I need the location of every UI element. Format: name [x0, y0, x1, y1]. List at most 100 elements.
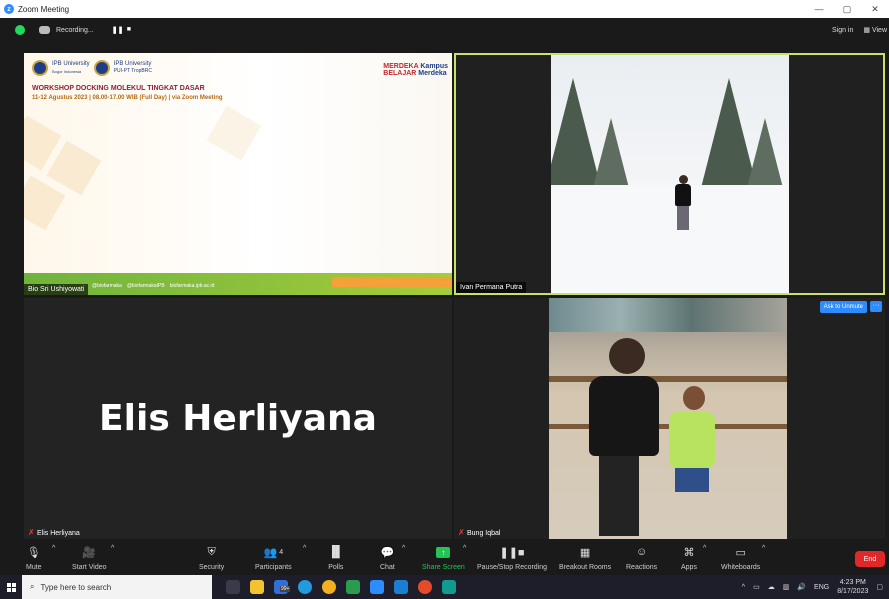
search-icon: ⌕	[30, 582, 35, 591]
share-screen-button[interactable]: ↑ Share Screen	[422, 545, 465, 571]
chat-chevron-icon[interactable]: ^	[402, 545, 405, 552]
reactions-label: Reactions	[626, 564, 658, 571]
encryption-shield-icon[interactable]	[15, 25, 25, 35]
end-meeting-button[interactable]: End	[855, 551, 885, 567]
file-explorer-icon[interactable]	[250, 580, 264, 594]
tree-decor	[747, 118, 783, 188]
slide-subtitle: 11-12 Agustus 2023 | 08.00-17.00 WIB (Fu…	[32, 95, 223, 101]
excel-icon[interactable]	[346, 580, 360, 594]
battery-icon[interactable]: ▭	[753, 583, 760, 591]
pause-recording-icon[interactable]: ❚❚	[112, 26, 124, 34]
more-options-button[interactable]: ···	[870, 301, 882, 312]
person-figure	[674, 175, 692, 230]
reactions-icon: ☺	[635, 546, 648, 558]
video-tile-2-active-speaker[interactable]: Ivan Permana Putra	[454, 53, 885, 295]
start-video-button[interactable]: 🎥 Start Video	[72, 545, 107, 572]
meeting-top-bar: Recording... ❚❚ ■ Sign in ▦ View	[0, 18, 889, 42]
shared-slide: IPB University Bogor Indonesia IPB Univer…	[24, 53, 452, 295]
sign-in-link[interactable]: Sign in	[832, 27, 853, 34]
slide-logos: IPB University Bogor Indonesia IPB Univer…	[32, 60, 152, 76]
taskbar-search-input[interactable]: ⌕ Type here to search	[22, 575, 212, 599]
app-icon[interactable]	[442, 580, 456, 594]
apps-button[interactable]: ⌘ Apps	[681, 545, 697, 572]
window-controls: — ▢ ✕	[805, 0, 889, 18]
participant-name-label: Ivan Permana Putra	[456, 282, 527, 293]
participants-chevron-icon[interactable]: ^	[303, 545, 306, 552]
hex-decor	[206, 105, 262, 161]
ask-to-unmute-button[interactable]: Ask to Unmute	[819, 301, 867, 313]
view-button[interactable]: ▦ View	[863, 26, 887, 34]
houses-background	[549, 298, 787, 332]
ipb-logo-text: IPB University	[52, 60, 90, 67]
participants-button[interactable]: 👥 4 Participants	[255, 545, 292, 572]
shield-icon: ⛨	[207, 545, 216, 558]
share-chevron-icon[interactable]: ^	[463, 545, 466, 552]
slide-title: WORKSHOP DOCKING MOLEKUL TINGKAT DASAR	[32, 85, 205, 92]
zoom-taskbar-icon[interactable]	[370, 580, 384, 594]
zoom-logo-icon: z	[4, 4, 14, 14]
mute-button[interactable]: 🎙 Mute	[26, 545, 42, 572]
mic-muted-icon: ✗	[458, 528, 465, 537]
audio-options-chevron-icon[interactable]: ^	[52, 545, 55, 552]
chrome-icon[interactable]	[322, 580, 336, 594]
cloud-recording-icon	[39, 26, 50, 34]
participant-big-name: Elis Herliyana	[99, 398, 377, 439]
whiteboards-label: Whiteboards	[721, 564, 761, 571]
whiteboards-chevron-icon[interactable]: ^	[762, 545, 765, 552]
slide-social-links: @biofarmaka @biofarmakaIPB biofarmaka.ip…	[92, 283, 214, 289]
reactions-button[interactable]: ☺ Reactions	[626, 545, 657, 571]
mail-icon[interactable]: 99+	[274, 580, 291, 594]
zoom-window: z Zoom Meeting — ▢ ✕ Recording... ❚❚ ■ S…	[0, 0, 889, 599]
website-url: biofarmaka.ipb.ac.id	[169, 283, 215, 289]
meeting-controls-toolbar: 🎙 Mute ^ 🎥 Start Video ^ ⛨ Security 👥 4 P…	[0, 541, 889, 575]
video-tile-1[interactable]: IPB University Bogor Indonesia IPB Univer…	[24, 53, 452, 295]
chat-button[interactable]: 💬 Chat	[380, 545, 395, 572]
search-placeholder: Type here to search	[40, 582, 112, 592]
participant-name-label: ✗ Elis Herliyana	[24, 527, 84, 539]
ipb-logo-icon-2	[93, 60, 110, 76]
video-tile-4[interactable]: Ask to Unmute ··· ✗ Bung Iqbal	[454, 298, 885, 539]
mic-muted-icon: ✗	[28, 528, 35, 537]
cloud-icon[interactable]: ☁	[768, 583, 775, 591]
windows-taskbar: ⌕ Type here to search 99+ ^ ▭ ☁ ▥ 🔊 ENG …	[0, 575, 889, 599]
video-tile-3[interactable]: Elis Herliyana ✗ Elis Herliyana	[24, 298, 452, 539]
close-button[interactable]: ✕	[861, 0, 889, 18]
polls-label: Polls	[328, 564, 344, 571]
stop-recording-icon[interactable]: ■	[127, 26, 136, 34]
task-view-icon[interactable]	[226, 580, 240, 594]
ipb-logo-subtext-2: PUI-PT TropBRC	[113, 68, 152, 74]
title-bar: z Zoom Meeting — ▢ ✕	[0, 0, 889, 18]
tree-decor	[593, 118, 629, 188]
participant-name: Bio Sri Ushiyowati	[28, 286, 85, 293]
participants-label: Participants	[255, 564, 292, 571]
windows-start-icon[interactable]	[0, 575, 22, 599]
minimize-button[interactable]: —	[805, 0, 833, 18]
clock-date: 8/17/2023	[837, 588, 869, 595]
security-button[interactable]: ⛨ Security	[199, 545, 224, 572]
taskbar-clock[interactable]: 4:23 PM 8/17/2023	[837, 578, 868, 596]
apps-chevron-icon[interactable]: ^	[703, 545, 706, 552]
edge-icon[interactable]	[298, 580, 312, 594]
whiteboards-button[interactable]: ▭ Whiteboards	[721, 545, 761, 572]
ipb-logo-subtext: Bogor Indonesia	[52, 68, 82, 74]
pause-stop-recording-button[interactable]: ❚❚■ Pause/Stop Recording	[477, 545, 547, 572]
language-indicator[interactable]: ENG	[814, 584, 829, 591]
breakout-label: Breakout Rooms	[559, 564, 612, 571]
participants-count: 4	[279, 548, 284, 556]
mute-label: Mute	[26, 564, 42, 571]
tray-chevron-icon[interactable]: ^	[742, 584, 745, 591]
breakout-rooms-icon: ▦	[579, 546, 591, 559]
maximize-button[interactable]: ▢	[833, 0, 861, 18]
pdf-icon[interactable]	[418, 580, 432, 594]
word-icon[interactable]	[394, 580, 408, 594]
ipb-logo-icon	[32, 60, 48, 76]
volume-icon[interactable]: 🔊	[797, 583, 806, 591]
hex-decor	[24, 175, 66, 231]
network-icon[interactable]: ▥	[783, 583, 790, 591]
clock-time: 4:23 PM	[839, 579, 866, 586]
man-figure	[589, 338, 669, 538]
polls-button[interactable]: ▐▌ Polls	[328, 545, 344, 571]
video-options-chevron-icon[interactable]: ^	[111, 545, 114, 552]
breakout-rooms-button[interactable]: ▦ Breakout Rooms	[559, 545, 612, 572]
notification-icon[interactable]: ▢	[876, 583, 883, 591]
